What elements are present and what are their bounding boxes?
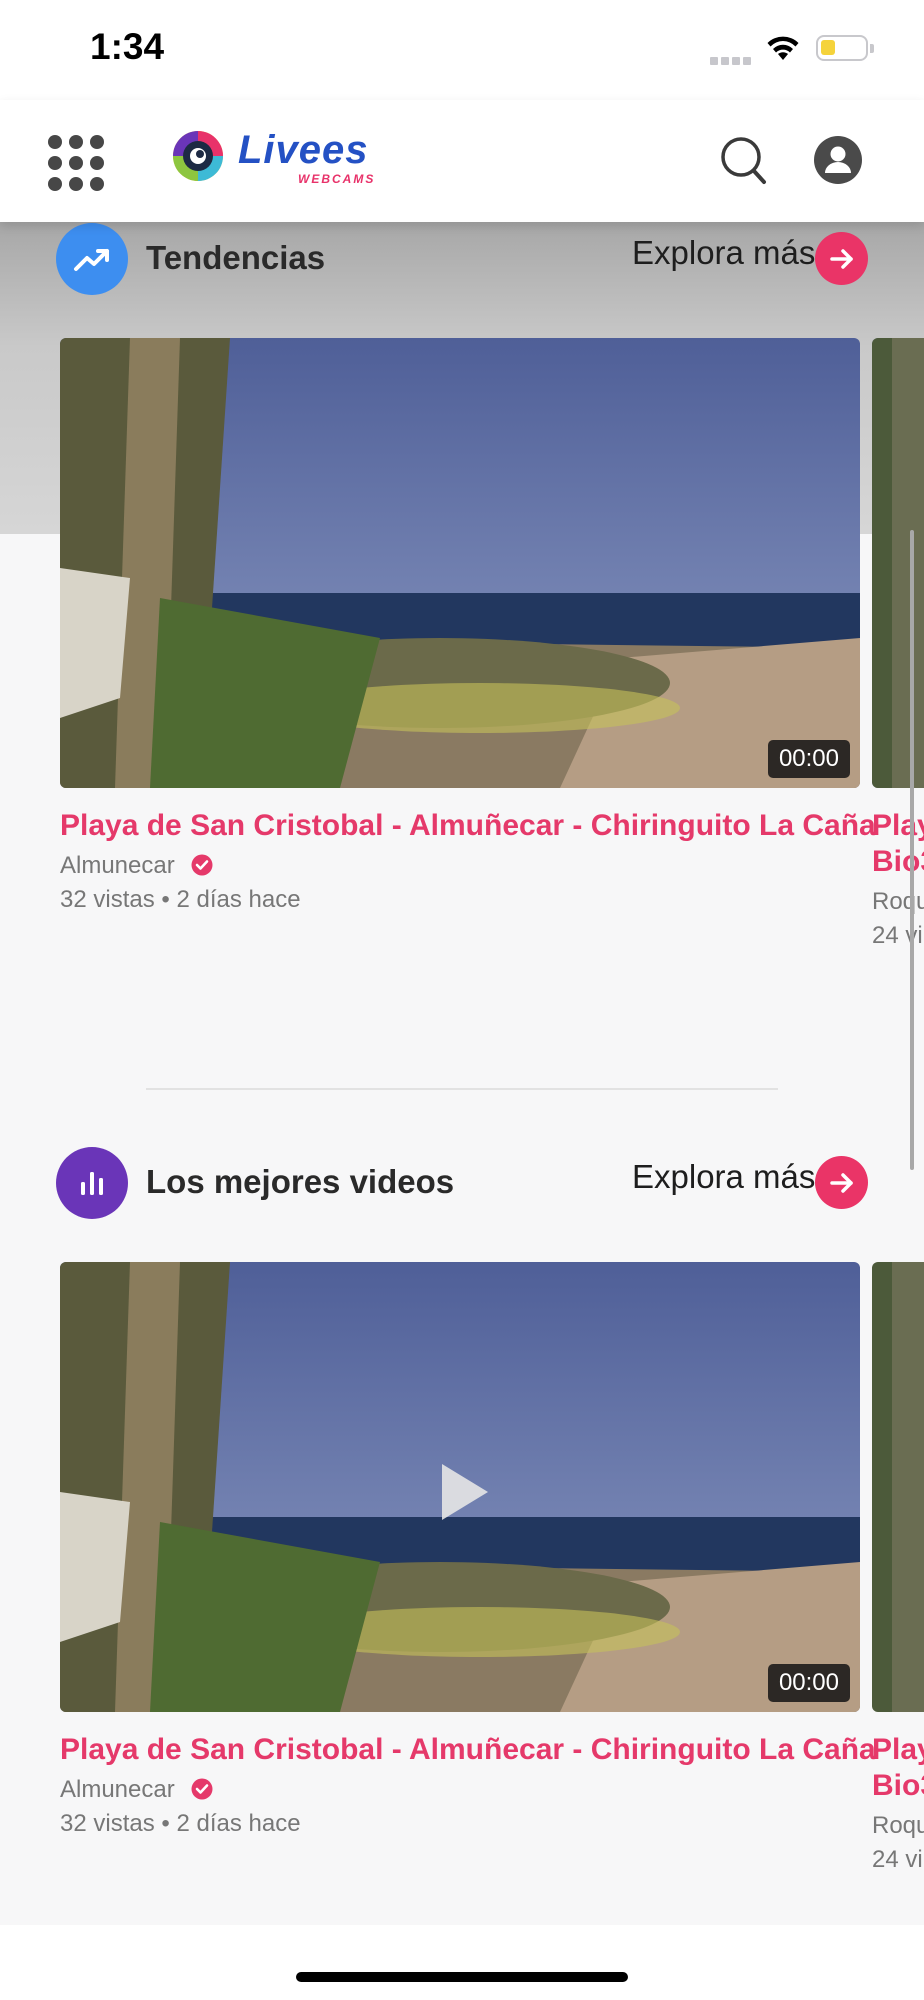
section-title: Los mejores videos — [146, 1163, 455, 1200]
camera-lens-logo-icon — [173, 131, 223, 181]
video-stats: 32 vistas • 2 días hace — [60, 1810, 301, 1837]
bottom-safe-area — [0, 1925, 924, 2000]
channel-name[interactable]: Roqu — [872, 888, 924, 916]
channel-name[interactable]: Almunecar — [60, 1776, 213, 1804]
channel-name[interactable]: Roqu — [872, 1812, 924, 1840]
video-thumbnail[interactable]: 00:00 — [60, 338, 860, 788]
verified-icon — [191, 854, 213, 876]
video-title[interactable]: Playa de San Cristobal - Almuñecar - Chi… — [60, 808, 880, 844]
app-header: Livees WEBCAMS — [0, 100, 924, 222]
video-title[interactable]: Play Bio3 — [872, 808, 924, 880]
video-card-next[interactable]: Play Bio3 Roqu 24 vi — [872, 1262, 924, 1902]
trending-up-icon — [56, 223, 128, 295]
title-line: Play — [872, 1733, 924, 1766]
home-feed: Tendencias Explora más 00:00 Playa de Sa… — [0, 222, 924, 1922]
home-indicator[interactable] — [296, 1972, 628, 1982]
battery-icon — [816, 35, 874, 61]
logo-subtext: WEBCAMS — [298, 172, 376, 186]
video-title[interactable]: Playa de San Cristobal - Almuñecar - Chi… — [60, 1732, 880, 1768]
video-thumbnail[interactable]: 00:00 — [60, 1262, 860, 1712]
vertical-scrollbar[interactable] — [910, 530, 914, 1170]
arrow-right-icon[interactable] — [815, 232, 868, 285]
cellular-signal-icon — [710, 52, 754, 70]
video-title[interactable]: Play Bio3 — [872, 1732, 924, 1804]
status-time: 1:34 — [90, 26, 165, 67]
arrow-right-icon[interactable] — [815, 1156, 868, 1209]
wifi-icon — [765, 34, 801, 67]
title-line: Bio3 — [872, 1769, 924, 1802]
video-thumbnail[interactable] — [872, 1262, 924, 1712]
user-profile-icon[interactable] — [814, 136, 862, 184]
title-line: Bio3 — [872, 845, 924, 878]
status-bar: 1:34 — [0, 0, 924, 100]
explore-more-link[interactable]: Explora más — [632, 234, 815, 272]
title-line: Play — [872, 809, 924, 842]
bar-chart-icon — [56, 1147, 128, 1219]
channel-label: Almunecar — [60, 852, 175, 879]
video-card-next[interactable]: Play Bio3 Roqu 24 vi — [872, 338, 924, 978]
channel-label: Almunecar — [60, 1776, 175, 1803]
section-divider — [146, 1088, 778, 1090]
video-stats: 24 vi — [872, 1846, 923, 1873]
verified-icon — [191, 1778, 213, 1800]
video-stats: 32 vistas • 2 días hace — [60, 886, 301, 913]
video-duration: 00:00 — [767, 740, 850, 778]
channel-name[interactable]: Almunecar — [60, 852, 213, 880]
video-duration: 00:00 — [767, 1664, 850, 1702]
play-icon[interactable] — [440, 1462, 490, 1522]
logo-text: Livees — [238, 128, 369, 172]
video-thumbnail[interactable] — [872, 338, 924, 788]
video-stats: 24 vi — [872, 922, 923, 949]
apps-menu-icon[interactable] — [48, 135, 104, 191]
section-title: Tendencias — [146, 239, 326, 276]
explore-more-link[interactable]: Explora más — [632, 1158, 815, 1196]
search-icon[interactable] — [718, 134, 768, 186]
